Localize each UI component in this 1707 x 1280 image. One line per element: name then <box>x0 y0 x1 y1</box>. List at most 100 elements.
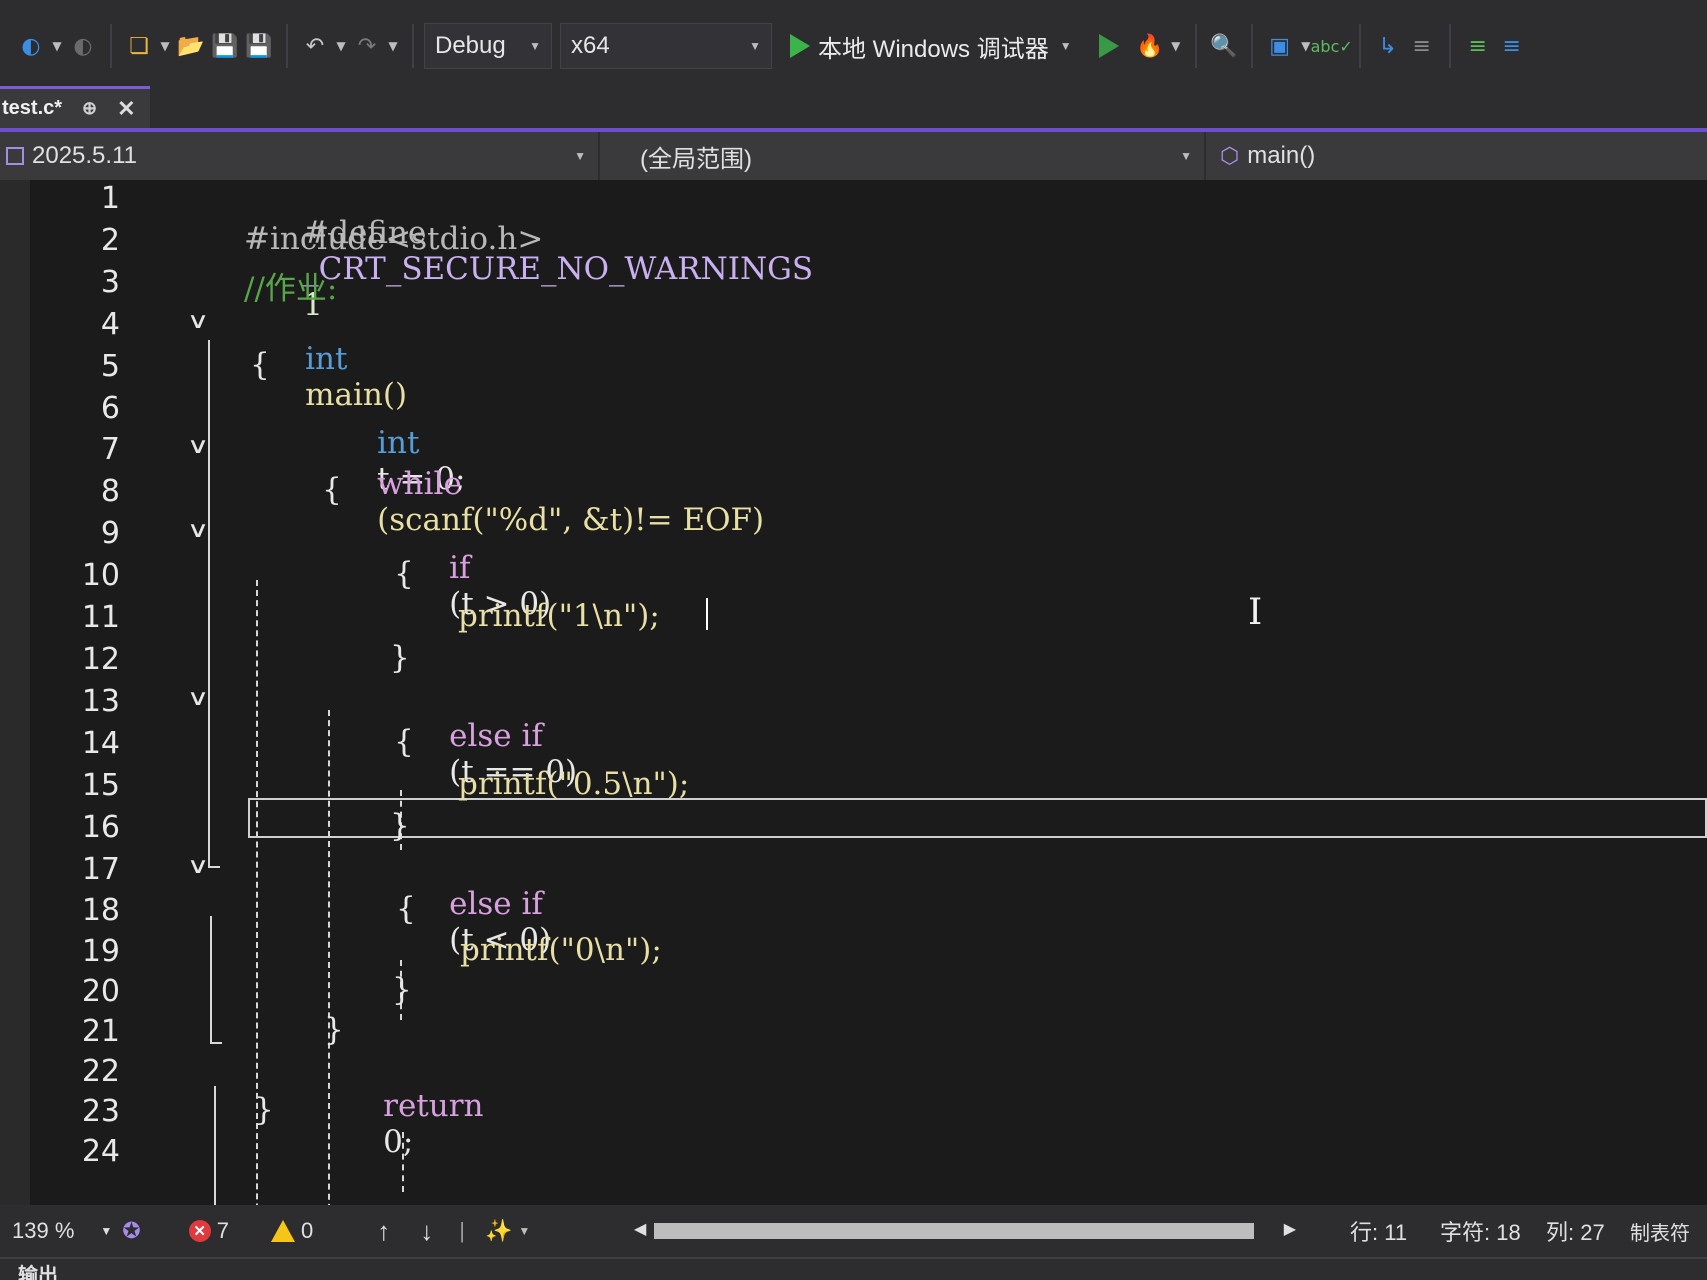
line-number: 8 <box>100 474 120 509</box>
line-number: 13 <box>81 684 120 719</box>
find-in-files-icon[interactable]: 🔍 <box>1207 26 1241 66</box>
code-editor[interactable]: 1 #define _CRT_SECURE_NO_WARNINGS 1 2 #i… <box>0 180 1707 1280</box>
play-icon <box>790 34 810 58</box>
scroll-right-icon[interactable]: ▶ <box>1284 1219 1296 1239</box>
collapse-chevron-icon[interactable]: ∨ <box>187 518 210 543</box>
save-icon[interactable]: 💾 <box>208 26 242 66</box>
warning-count: 0 <box>300 1218 314 1243</box>
line-number: 20 <box>81 974 120 1009</box>
next-issue-icon[interactable]: ↓ <box>420 1216 433 1247</box>
start-debugging-button[interactable]: 本地 Windows 调试器 ▼ <box>790 29 1075 64</box>
copilot-glyph-icon: ✪ <box>122 1218 141 1243</box>
code-line: 19 printf("0\n"); <box>0 932 1707 972</box>
line-number: 3 <box>100 265 120 300</box>
toolbar-separator <box>1250 24 1253 68</box>
collapse-chevron-icon[interactable]: ∨ <box>187 686 210 711</box>
navigate-icon[interactable]: ↳ <box>1371 26 1405 66</box>
comment-icon[interactable]: ≡ <box>1461 26 1495 66</box>
errors-indicator[interactable]: ✕ 7 <box>188 1218 229 1244</box>
collapse-chevron-icon[interactable]: ∨ <box>187 309 210 334</box>
platform-select[interactable]: x64 ▼ <box>560 23 772 69</box>
back-icon[interactable]: ◐ <box>14 26 48 66</box>
scope-dropdown[interactable]: (全局范围) ▼ <box>600 132 1206 180</box>
collapse-chevron-icon[interactable]: ∨ <box>187 854 210 879</box>
member-dropdown[interactable]: ⬡ main() <box>1206 132 1707 180</box>
toolbar-separator <box>412 24 414 68</box>
line-number: 14 <box>81 726 120 761</box>
platform-select-value: x64 <box>571 32 610 59</box>
chevron-down-icon: ▼ <box>749 39 761 53</box>
hot-reload-icon[interactable]: 🔥 <box>1133 26 1167 66</box>
start-debugging-label: 本地 Windows 调试器 <box>818 35 1049 63</box>
code-text: { <box>250 347 270 383</box>
code-text: } <box>390 808 410 844</box>
window-layout-icon[interactable]: ▣ <box>1263 26 1297 66</box>
code-line: 18 { <box>0 891 1707 931</box>
undo-icon[interactable]: ↶ <box>298 26 332 66</box>
zoom-select[interactable]: 139 % ▼ <box>12 1218 112 1244</box>
chevron-down-icon[interactable]: ▼ <box>384 39 402 53</box>
redo-icon[interactable]: ↷ <box>350 26 384 66</box>
open-folder-icon[interactable]: 📂 <box>174 26 208 66</box>
code-line: 20 } <box>0 972 1707 1012</box>
toolbar-separator <box>1194 24 1197 68</box>
chevron-down-icon: ▼ <box>529 39 541 53</box>
start-without-debugging-icon[interactable] <box>1098 34 1119 58</box>
copilot-icon[interactable]: ✪ <box>122 1218 140 1244</box>
function-icon: ⬡ <box>1220 143 1240 168</box>
chevron-down-icon[interactable]: ▼ <box>156 39 174 53</box>
tab-test-c[interactable]: test.c* ⊕ ✕ <box>0 86 150 128</box>
code-line: 5 { <box>0 347 1707 387</box>
code-line: 11 printf("1\n"); <box>0 598 1707 638</box>
chevron-down-icon: ▼ <box>1059 39 1072 53</box>
code-line: 24 <box>0 1132 1707 1172</box>
code-text: printf("1\n"); <box>458 598 660 634</box>
config-select[interactable]: Debug ▼ <box>424 23 552 69</box>
toolbar-separator <box>1448 24 1451 68</box>
line-number: 10 <box>81 558 120 593</box>
spell-check-icon[interactable]: abc✓ <box>1311 26 1353 66</box>
line-number: 2 <box>100 223 120 258</box>
close-icon[interactable]: ✕ <box>117 96 135 122</box>
project-name: 2025.5.11 <box>32 142 137 169</box>
chevron-down-icon[interactable]: ▼ <box>48 39 66 53</box>
scope-name: (全局范围) <box>640 145 752 173</box>
line-number: 6 <box>100 391 120 426</box>
output-label: 输出 <box>18 1265 58 1280</box>
save-all-icon[interactable]: 💾 <box>242 26 276 66</box>
forward-icon[interactable]: ◐ <box>66 26 100 66</box>
collapse-chevron-icon[interactable]: ∨ <box>187 434 210 459</box>
format-icon[interactable]: ≡ <box>1405 26 1439 66</box>
line-number: 22 <box>81 1054 120 1089</box>
code-line: 6 int t = 0; <box>0 389 1707 497</box>
scrollbar-thumb[interactable] <box>654 1223 1254 1239</box>
code-line: 8 { <box>0 472 1707 512</box>
code-line: 17 ∨ else if (t < 0) <box>0 850 1707 958</box>
uncomment-icon[interactable]: ≡ <box>1495 26 1529 66</box>
status-separator: | <box>459 1218 465 1243</box>
tabs-indicator[interactable]: 制表符 <box>1630 1217 1690 1246</box>
zoom-level: 139 % <box>12 1218 75 1243</box>
code-text: { <box>396 891 416 927</box>
code-line: 10 { <box>0 556 1707 596</box>
line-number: 15 <box>81 768 120 803</box>
chevron-down-icon[interactable]: ▼ <box>332 39 350 53</box>
code-text: } <box>390 640 410 676</box>
output-panel-tab[interactable]: 输出 <box>0 1257 1707 1280</box>
scroll-left-icon[interactable]: ◀ <box>634 1219 646 1239</box>
toolbar-separator <box>1358 24 1361 68</box>
previous-issue-icon[interactable]: ↑ <box>377 1216 390 1247</box>
pin-icon[interactable]: ⊕ <box>82 98 97 119</box>
new-project-icon[interactable]: ❏ <box>122 26 156 66</box>
code-cleanup-icon[interactable]: ✨ ▼ <box>485 1218 530 1244</box>
line-number: 23 <box>81 1094 120 1129</box>
chevron-down-icon[interactable]: ▼ <box>1167 39 1185 53</box>
code-line: 16 } <box>0 808 1707 848</box>
project-icon <box>6 147 24 165</box>
warnings-indicator[interactable]: 0 <box>270 1218 314 1244</box>
horizontal-scrollbar[interactable]: ◀ ▶ <box>630 1219 1296 1241</box>
project-dropdown[interactable]: 2025.5.11 ▼ <box>0 132 600 180</box>
line-number: 1 <box>100 181 120 216</box>
navigation-bar: 2025.5.11 ▼ (全局范围) ▼ ⬡ main() <box>0 132 1707 180</box>
line-number: 16 <box>81 810 120 845</box>
